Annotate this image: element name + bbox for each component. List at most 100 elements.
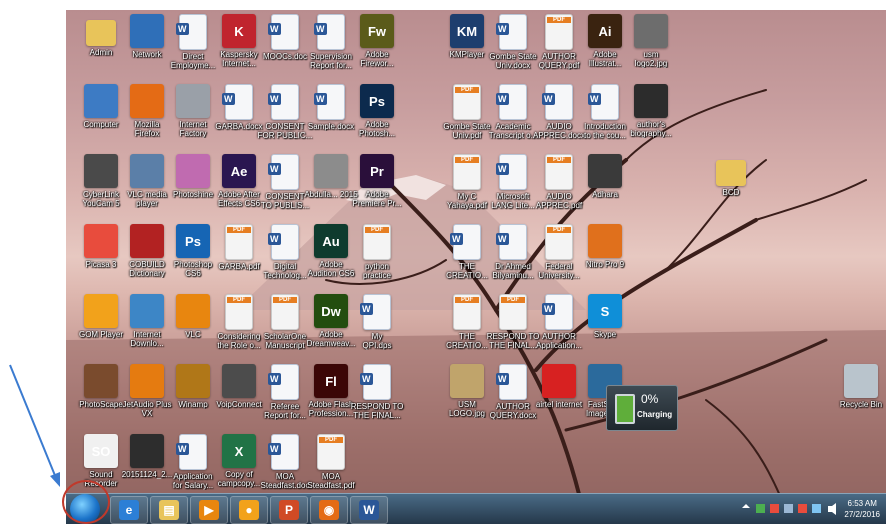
desktop-icon-label: MOA Steadfast.pdf [307, 472, 355, 490]
consent-to-publish-icon [268, 154, 299, 190]
media-player-icon: ▶ [199, 500, 219, 520]
python-practice-icon [363, 224, 391, 260]
desktop-icon-label: Adhara [592, 190, 618, 199]
desktop-icon-label: Adobe Firewor... [360, 50, 394, 68]
kmplayer-icon: KM [450, 14, 484, 48]
desktop-icon-python-practice[interactable]: python practice [346, 222, 408, 288]
windows-explorer-icon: ▤ [159, 500, 179, 520]
recycle-bin-icon [844, 364, 878, 398]
digital-technology-icon [268, 224, 299, 260]
internet-download-icon [130, 294, 164, 328]
considering-the-role-icon [225, 294, 253, 330]
cyberlink-youcam-icon [84, 154, 118, 188]
desktop-icon-my-qpi[interactable]: My QPI.dps [346, 292, 408, 358]
mozilla-firefox-icon [130, 84, 164, 118]
desktop-icon-skype[interactable]: S Skype [574, 292, 636, 358]
desktop-icon-label: Skype [593, 330, 617, 339]
taskbar-gom-button[interactable]: ● [230, 496, 268, 524]
scholarone-manuscript-icon [271, 294, 299, 330]
desktop-icon-recycle-bin[interactable]: Recycle Bin [830, 362, 886, 428]
moa-steadfast-doc-icon [268, 434, 299, 470]
taskbar-powerpoint-button[interactable]: P [270, 496, 308, 524]
desktop-icon-label: My QPI.dps [362, 332, 392, 350]
start-highlight-circle [62, 480, 110, 524]
authors-application-icon [542, 294, 573, 330]
desktop-icon-moa-steadfast-pdf[interactable]: MOA Steadfast.pdf [300, 432, 362, 498]
adobe-dreamweaver-icon: Dw [314, 294, 348, 328]
word-icon: W [359, 500, 379, 520]
referee-report-icon [268, 364, 299, 400]
powerpoint-icon: P [279, 500, 299, 520]
desktop-icon-label: Recycle Bin [839, 400, 883, 409]
application-for-salary-icon [176, 434, 207, 470]
voipconnect-icon [222, 364, 256, 398]
admin-folder-icon [86, 20, 116, 46]
author-query-icon [545, 14, 573, 50]
taskbar: e ▤ ▶ ● P ◉ W 6:53 AM 27/2/2016 [66, 493, 886, 524]
taskbar-firefox-button[interactable]: ◉ [310, 496, 348, 524]
vlc-media-icon [130, 154, 164, 188]
academic-transcript-icon [496, 84, 527, 120]
adobe-illustrator-icon: Ai [588, 14, 622, 48]
bcd-folder-icon [716, 160, 746, 186]
clock-date: 27/2/2016 [844, 510, 880, 519]
battery-percent: 0% [641, 392, 659, 406]
taskbar-internet-explorer-button[interactable]: e [110, 496, 148, 524]
tray-icons[interactable] [736, 494, 846, 524]
audio-appreciation-icon [542, 84, 573, 120]
desktop-icon-adhara[interactable]: Adhara [574, 152, 636, 218]
desktop-icon-label: python practice [362, 262, 391, 280]
desktop-icon-label: RESPOND TO THE FINAL... [350, 402, 404, 420]
nitro-pro-icon [588, 224, 622, 258]
desktop-icon-adobe-photoshop[interactable]: Ps Adobe Photosh... [346, 82, 408, 148]
winamp-icon [176, 364, 210, 398]
copy-of-campcopy-icon: X [222, 434, 256, 468]
taskbar-windows-explorer-button[interactable]: ▤ [150, 496, 188, 524]
clock[interactable]: 6:53 AM 27/2/2016 [844, 498, 880, 520]
sample-doc-icon [314, 84, 345, 120]
taskbar-word-button[interactable]: W [350, 496, 388, 524]
abdullahi-icon [314, 154, 348, 188]
my-cv-yahaya-icon [453, 154, 481, 190]
desktop-icon-usm-logo2[interactable]: usm logo2.jpg [620, 12, 682, 78]
desktop-icon-adobe-premiere[interactable]: Pr Adobe Premiere Pr... [346, 152, 408, 218]
photo-20151124-icon [130, 434, 164, 468]
usm-logo2-icon [634, 14, 668, 48]
taskbar-media-player-button[interactable]: ▶ [190, 496, 228, 524]
collins-dictionary-icon [130, 224, 164, 258]
adobe-fireworks-icon: Fw [360, 14, 394, 48]
microsoft-lang-icon [496, 154, 527, 190]
desktop: AdminNetworkDirect Employme...KKaspersky… [66, 10, 886, 524]
internet-factory-icon [176, 84, 210, 118]
desktop-icon-adobe-fireworks[interactable]: Fw Adobe Firewor... [346, 12, 408, 78]
adobe-audition-icon: Au [314, 224, 348, 258]
federal-university-icon [545, 224, 573, 260]
desktop-icon-bcd-folder[interactable]: BCD [700, 152, 762, 218]
battery-status: Charging [637, 410, 673, 419]
desktop-icon-label: author's biography... [630, 120, 672, 138]
desktop-icon-respond-to-the-final-doc[interactable]: RESPOND TO THE FINAL... [346, 362, 408, 428]
adobe-photoshop-icon: Ps [360, 84, 394, 118]
desktop-icon-label: Adobe Photosh... [358, 120, 396, 138]
computer-icon [84, 84, 118, 118]
moa-steadfast-pdf-icon [317, 434, 345, 470]
desktop-icon-authors-biography[interactable]: author's biography... [620, 82, 682, 148]
desktop-icon-label: Adobe Premiere Pr... [352, 190, 402, 208]
adhara-icon [588, 154, 622, 188]
airtel-internet-icon [542, 364, 576, 398]
gom-player-icon [84, 294, 118, 328]
gombe-state-univ-icon [496, 14, 527, 50]
respond-to-the-final-doc-icon [360, 364, 391, 400]
network-icon [130, 14, 164, 48]
jetaudio-icon [130, 364, 164, 398]
system-tray: 6:53 AM 27/2/2016 [736, 494, 886, 524]
authors-biography-icon [634, 84, 668, 118]
clock-time: 6:53 AM [847, 499, 877, 508]
adobe-premiere-icon: Pr [360, 154, 394, 188]
battery-gadget[interactable]: 0% Charging [606, 385, 678, 431]
direct-employment-icon [176, 14, 207, 50]
garba-doc-icon [222, 84, 253, 120]
kaspersky-icon: K [222, 14, 256, 48]
desktop-icon-nitro-pro[interactable]: Nitro Pro 9 [574, 222, 636, 288]
garba-pdf-icon [225, 224, 253, 260]
